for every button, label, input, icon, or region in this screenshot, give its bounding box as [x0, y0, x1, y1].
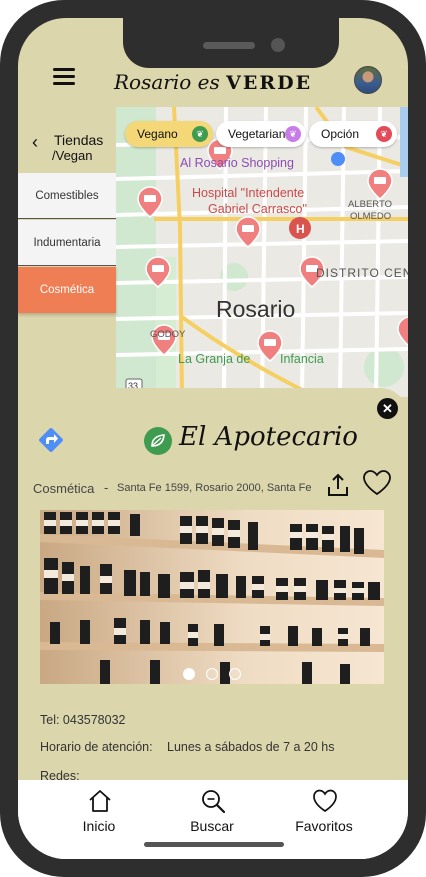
leaf-icon: ❦ — [285, 126, 301, 142]
photo-pagination — [18, 668, 408, 680]
map-label-alberto: ALBERTO — [348, 199, 392, 210]
nav-label: Inicio — [82, 818, 116, 834]
filter-chip-vegano[interactable]: Vegano ❦ — [125, 121, 213, 147]
home-indicator — [144, 842, 284, 847]
map-label-hospital-2: Gabriel Carrasco" — [208, 202, 307, 216]
nav-label: Buscar — [190, 818, 234, 834]
map-canvas: H Al Rosario Shopping Hospital "Intenden… — [116, 107, 408, 397]
close-icon[interactable]: ✕ — [377, 398, 398, 419]
filter-chip-label: Vegetariano — [228, 127, 293, 141]
bottom-nav: Inicio Buscar Favoritos — [18, 780, 408, 859]
nav-item-favoritos[interactable]: Favoritos — [284, 786, 364, 838]
category-separator: - — [104, 480, 109, 495]
filter-chip-vegetariano[interactable]: Vegetariano ❦ — [216, 121, 306, 147]
speaker-grille — [203, 42, 255, 49]
nav-item-buscar[interactable]: Buscar — [172, 786, 252, 838]
home-icon — [89, 790, 111, 812]
heart-icon — [313, 789, 337, 813]
app-title: Rosario es VERDE — [114, 70, 310, 94]
photo-dot-active[interactable] — [183, 668, 195, 680]
user-avatar[interactable] — [354, 66, 382, 94]
directions-icon[interactable] — [36, 425, 66, 455]
search-icon — [202, 790, 226, 814]
map-label-granja-1: La Granja de — [178, 352, 250, 366]
leaf-icon: ❦ — [192, 126, 208, 142]
leaf-icon: ❦ — [376, 126, 392, 142]
app-screen: Rosario es VERDE H Al Rosario Shopping H… — [18, 18, 408, 859]
shop-phone: Tel: 043578032 — [40, 713, 126, 727]
photo-dot[interactable] — [206, 668, 218, 680]
photo-dot[interactable] — [229, 668, 241, 680]
nav-label: Favoritos — [295, 818, 353, 834]
sidebar-subtitle: /Vegan — [52, 148, 93, 163]
app-title-bold: VERDE — [226, 72, 313, 94]
sidebar-item-comestibles[interactable]: Comestibles — [18, 173, 116, 219]
sidebar-item-indumentaria[interactable]: Indumentaria — [18, 220, 116, 266]
map-label-hospital-1: Hospital "Intendente — [192, 186, 304, 200]
vegan-badge-icon — [144, 427, 172, 455]
map-label-olmedo: OLMEDO — [350, 211, 391, 222]
filter-chip-opcion[interactable]: Opción ❦ — [309, 121, 397, 147]
shop-category: Cosmética — [33, 481, 95, 496]
map-label-godoy: GODOY — [150, 329, 186, 340]
shop-photo[interactable] — [40, 510, 384, 684]
shop-address: Santa Fe 1599, Rosario 2000, Santa Fe — [117, 482, 312, 494]
map-label-granja-2: Infancia — [280, 352, 324, 366]
svg-text:H: H — [296, 222, 305, 236]
share-icon[interactable] — [326, 472, 350, 498]
favorite-heart-icon[interactable] — [362, 469, 392, 497]
map-label-shopping: Al Rosario Shopping — [180, 156, 294, 170]
shop-name: El Apotecario — [179, 422, 358, 452]
filter-chip-label: Vegano — [137, 127, 178, 141]
camera-icon — [271, 38, 285, 52]
menu-icon[interactable] — [53, 68, 75, 86]
map-label-distrito: DISTRITO CEN — [316, 266, 408, 280]
map-view[interactable]: H Al Rosario Shopping Hospital "Intenden… — [116, 107, 408, 397]
nav-item-inicio[interactable]: Inicio — [59, 786, 139, 838]
filter-chip-label: Opción — [321, 127, 360, 141]
shop-photo-image — [40, 510, 384, 684]
map-label-rosario: Rosario — [216, 296, 295, 322]
device-notch — [123, 18, 339, 68]
phone-frame: Rosario es VERDE H Al Rosario Shopping H… — [0, 0, 426, 877]
chevron-left-icon[interactable]: ‹ — [32, 132, 38, 153]
sidebar-item-cosmetica[interactable]: Cosmética — [18, 267, 116, 313]
shop-hours-label: Horario de atención: — [40, 740, 153, 754]
app-title-script: Rosario es — [114, 70, 220, 94]
shop-hours-value: Lunes a sábados de 7 a 20 hs — [167, 740, 335, 754]
sidebar-title[interactable]: Tiendas — [54, 132, 103, 148]
